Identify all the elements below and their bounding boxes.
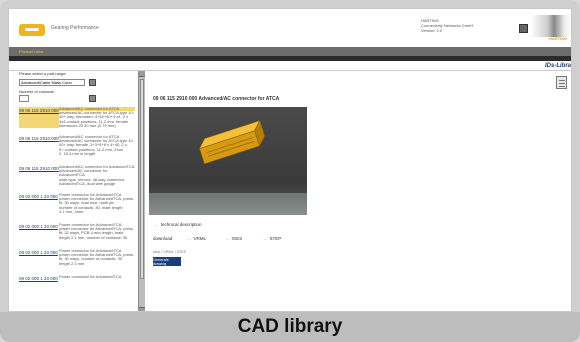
desc-line: 2, 15.4 mm in length (59, 150, 96, 156)
download-format-label: IGES (231, 236, 243, 241)
part-description: Power connector for AdvancedTCA (59, 274, 135, 281)
contacts-go-button[interactable] (89, 95, 96, 102)
download-iges-link[interactable]: → IGES (225, 236, 242, 241)
left-panel: Please select a part range: Advanced/Cab… (19, 71, 137, 311)
part-number-link[interactable]: 09 06 115 2910 000 (19, 165, 59, 186)
scroll-thumb[interactable] (140, 79, 144, 279)
connector-3d-model (198, 119, 266, 165)
part-description: Advanced/AC connector for AdvancedTCA ad… (59, 164, 135, 186)
part-description: Power connector for AdvancedTCA power co… (59, 248, 135, 266)
document-icon[interactable] (556, 76, 567, 89)
slide-frame: Gearing Performance HARTING Connectivity… (0, 0, 580, 342)
brand-logo: HARTING (549, 36, 568, 41)
app-title: IDs-Libra (544, 63, 571, 69)
download-label: download (153, 236, 173, 241)
arrow-right-icon: → (153, 222, 158, 227)
arrow-right-icon: → (225, 236, 230, 241)
desc-line: 2.1 mm, 4mm (59, 208, 84, 214)
title-bar: IDs-Libra (9, 61, 571, 71)
list-item[interactable]: 09 06 115 2910 000 Advanced/AC connector… (19, 164, 137, 186)
list-item[interactable]: 09 06 115 2910 000 Advanced/AC connector… (19, 106, 137, 129)
download-step-link[interactable]: → STEP (263, 236, 281, 241)
nav-bar: Product Links (9, 47, 571, 56)
desc-line: Power connector for AdvancedTCA (59, 274, 122, 279)
download-vrml-link[interactable]: → VRML (187, 236, 206, 241)
technical-description-label: technical description (160, 222, 202, 227)
part-description: Power connector for AdvancedTCA power co… (59, 222, 135, 240)
technical-description-link[interactable]: → technical description (153, 222, 202, 227)
desc-line: length 2.1 mm, number of contacts: 30 (59, 234, 128, 240)
part-description: Advanced/AC connector for ATCA advanced/… (59, 134, 135, 156)
harting-logo[interactable] (19, 24, 45, 36)
results-list: 09 06 115 2910 000 Advanced/AC connector… (19, 106, 137, 311)
format-note: step / VRML / IGES (153, 250, 186, 254)
company-line-3: Version: 2.0 (421, 28, 443, 33)
scroll-up-arrow-icon[interactable] (139, 71, 145, 77)
results-scrollbar[interactable] (138, 71, 145, 311)
download-row: download → VRML → IGES → STEP (153, 236, 313, 244)
part-range-label: Please select a part range: (19, 71, 67, 76)
part-range-go-button[interactable] (89, 79, 96, 86)
arrow-right-icon: → (263, 236, 268, 241)
browser-screen: Gearing Performance HARTING Connectivity… (8, 8, 572, 312)
list-item[interactable]: 09 02 000 1 20 000 Power connector for A… (19, 274, 137, 281)
desc-line: tolerances 20 50 mm (0.79 mm) (59, 122, 116, 128)
part-number-link[interactable]: 09 06 115 2910 000 (19, 135, 59, 156)
part-description: Power connector for AdvancedTCA power co… (59, 192, 135, 214)
desc-line: advanced/AC connector for ATCA type 10, … (59, 110, 134, 124)
part-number-link[interactable]: 09 02 000 1 20 000 (19, 275, 59, 281)
download-format-label: VRML (193, 236, 207, 241)
list-item[interactable]: 09 02 000 1 20 000 Power connector for A… (19, 222, 137, 240)
part-title: 09 06 115 2910 000 Advanced/AC connector… (153, 96, 280, 102)
desc-line: AdvancedTCA, dual wire gauge (59, 180, 116, 186)
company-info: HARTING Connectivity Networks GmbH Versi… (421, 18, 491, 33)
nav-link-product[interactable]: Product Links (19, 49, 43, 54)
desc-line: length 2.1 mm (59, 260, 85, 266)
cad-3d-viewer[interactable] (149, 107, 307, 215)
list-item[interactable]: 09 06 115 2910 000 Advanced/AC connector… (19, 134, 137, 156)
logo-text: Gearing Performance (51, 25, 99, 31)
header-banner-image (531, 15, 571, 37)
contacts-input[interactable] (19, 95, 29, 102)
part-number-link[interactable]: 09 02 000 1 20 000 (19, 193, 59, 214)
part-number-link[interactable]: 09 02 000 1 20 000 (19, 249, 59, 266)
site-header: Gearing Performance HARTING Connectivity… (9, 9, 571, 47)
help-icon[interactable] (519, 24, 528, 33)
generate-drawing-button[interactable]: Generate drawing (153, 257, 181, 266)
part-description: Advanced/AC connector for ATCA advanced/… (59, 106, 135, 128)
part-number-link[interactable]: 09 02 000 1 20 000 (19, 223, 59, 240)
list-item[interactable]: 09 02 000 1 20 000 Power connector for A… (19, 248, 137, 266)
arrow-right-icon: → (187, 236, 192, 241)
contacts-label: Number of contacts: (19, 89, 55, 94)
slide-caption: CAD library (0, 312, 580, 342)
download-format-label: STEP (269, 236, 282, 241)
part-range-select[interactable]: Advanced/Cable Mass Conn (19, 79, 85, 86)
part-number-link[interactable]: 09 06 115 2910 000 (19, 107, 59, 129)
list-item[interactable]: 09 02 000 1 20 000 Power connector for A… (19, 192, 137, 214)
